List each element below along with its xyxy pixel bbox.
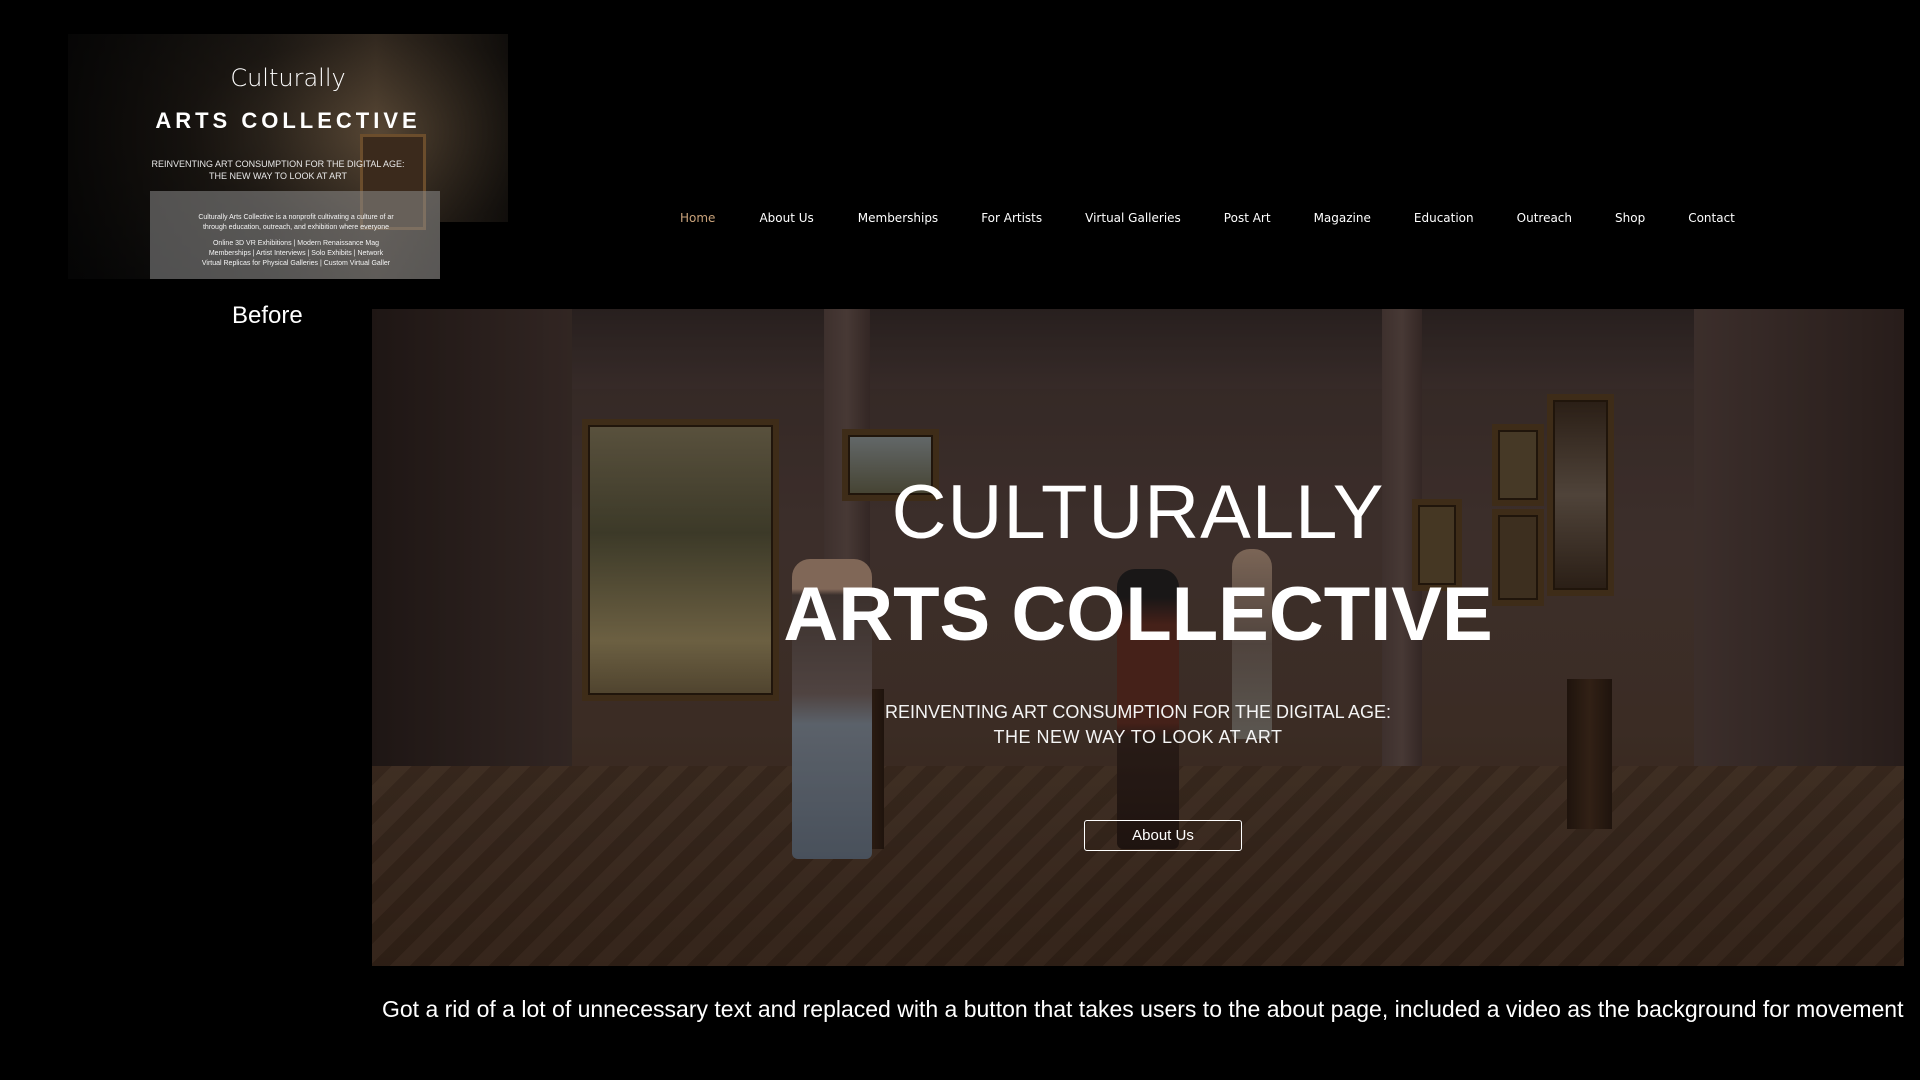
- before-tagline-line2: THE NEW WAY TO LOOK AT ART: [208, 171, 348, 181]
- hero-video-section: CULTURALLY ARTS COLLECTIVE REINVENTING A…: [372, 309, 1904, 966]
- before-title-script: Culturally: [230, 64, 346, 92]
- before-title-main: ARTS COLLECTIVE: [155, 108, 421, 133]
- hero-tagline-line2: THE NEW WAY TO LOOK AT ART: [993, 727, 1283, 747]
- nav-about-us[interactable]: About Us: [759, 211, 813, 233]
- nav-magazine[interactable]: Magazine: [1314, 211, 1371, 233]
- nav-memberships[interactable]: Memberships: [858, 211, 938, 233]
- before-label: Before: [232, 302, 303, 329]
- about-us-button[interactable]: About Us: [1084, 820, 1242, 851]
- nav-post-art[interactable]: Post Art: [1224, 211, 1271, 233]
- before-screenshot-thumbnail: Culturally ARTS COLLECTIVE REINVENTING A…: [68, 34, 508, 279]
- nav-virtual-galleries[interactable]: Virtual Galleries: [1085, 211, 1181, 233]
- before-panel-line: Memberships | Artist Interviews | Solo E…: [208, 250, 384, 257]
- nav-contact[interactable]: Contact: [1688, 211, 1735, 233]
- hero-title-line1: CULTURALLY: [891, 470, 1385, 555]
- before-tagline-line1: REINVENTING ART CONSUMPTION FOR THE DIGI…: [151, 159, 405, 169]
- before-tagline: REINVENTING ART CONSUMPTION FOR THE DIGI…: [128, 158, 428, 182]
- before-panel-line: Culturally Arts Collective is a nonprofi…: [198, 214, 394, 221]
- slide-caption: Got a rid of a lot of unnecessary text a…: [382, 996, 1904, 1022]
- main-navigation: Home About Us Memberships For Artists Vi…: [680, 211, 1735, 233]
- nav-home[interactable]: Home: [680, 211, 715, 233]
- before-panel-line: through education, outreach, and exhibit…: [202, 224, 390, 231]
- before-description-text: Culturally Arts Collective is a nonprofi…: [156, 213, 436, 269]
- nav-education[interactable]: Education: [1414, 211, 1474, 233]
- hero-title-line2: ARTS COLLECTIVE: [783, 572, 1493, 657]
- nav-for-artists[interactable]: For Artists: [981, 211, 1042, 233]
- before-panel-line: Online 3D VR Exhibitions | Modern Renais…: [212, 240, 379, 247]
- hero-tagline-line1: REINVENTING ART CONSUMPTION FOR THE DIGI…: [884, 702, 1392, 722]
- nav-shop[interactable]: Shop: [1615, 211, 1645, 233]
- before-panel-line: Virtual Replicas for Physical Galleries …: [201, 260, 391, 267]
- nav-outreach[interactable]: Outreach: [1517, 211, 1572, 233]
- thumbnail-cutout: [440, 222, 508, 279]
